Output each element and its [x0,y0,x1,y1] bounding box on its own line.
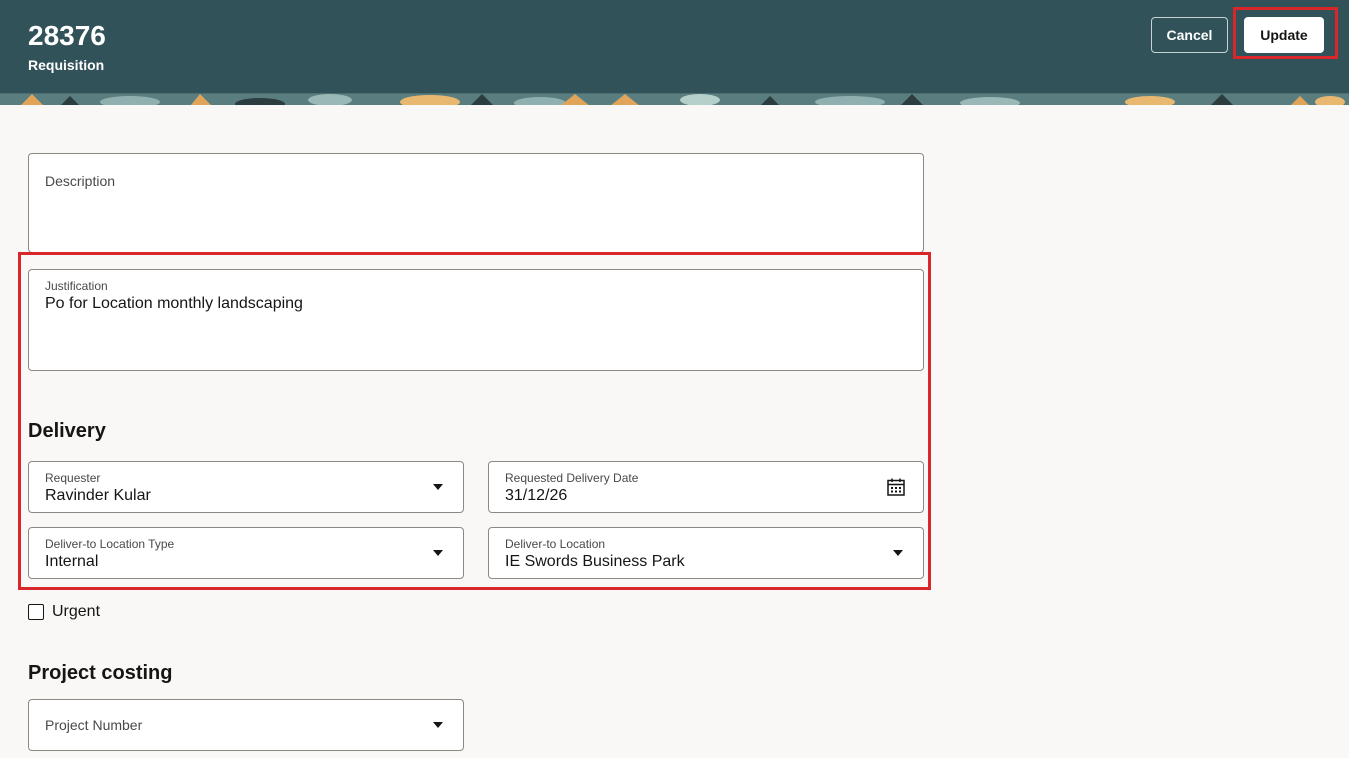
urgent-checkbox[interactable] [28,604,44,620]
record-type-label: Requisition [28,57,105,73]
description-label: Description [45,173,116,189]
project-number-select[interactable]: Project Number [28,699,464,751]
update-button-highlight [1233,7,1338,59]
description-field[interactable]: Description [28,153,924,253]
decorative-pattern [0,94,1349,105]
project-number-label: Project Number [45,717,143,733]
project-costing-section-title: Project costing [28,662,173,684]
delivery-highlight [18,252,931,590]
chevron-down-icon[interactable] [433,722,443,728]
urgent-label: Urgent [52,603,101,620]
urgent-checkbox-row[interactable]: Urgent [28,602,100,622]
decorative-banner [0,93,1349,105]
page-header: 28376 Requisition Cancel Update [0,0,1349,93]
cancel-button[interactable]: Cancel [1151,17,1228,53]
requisition-number: 28376 [28,20,106,51]
